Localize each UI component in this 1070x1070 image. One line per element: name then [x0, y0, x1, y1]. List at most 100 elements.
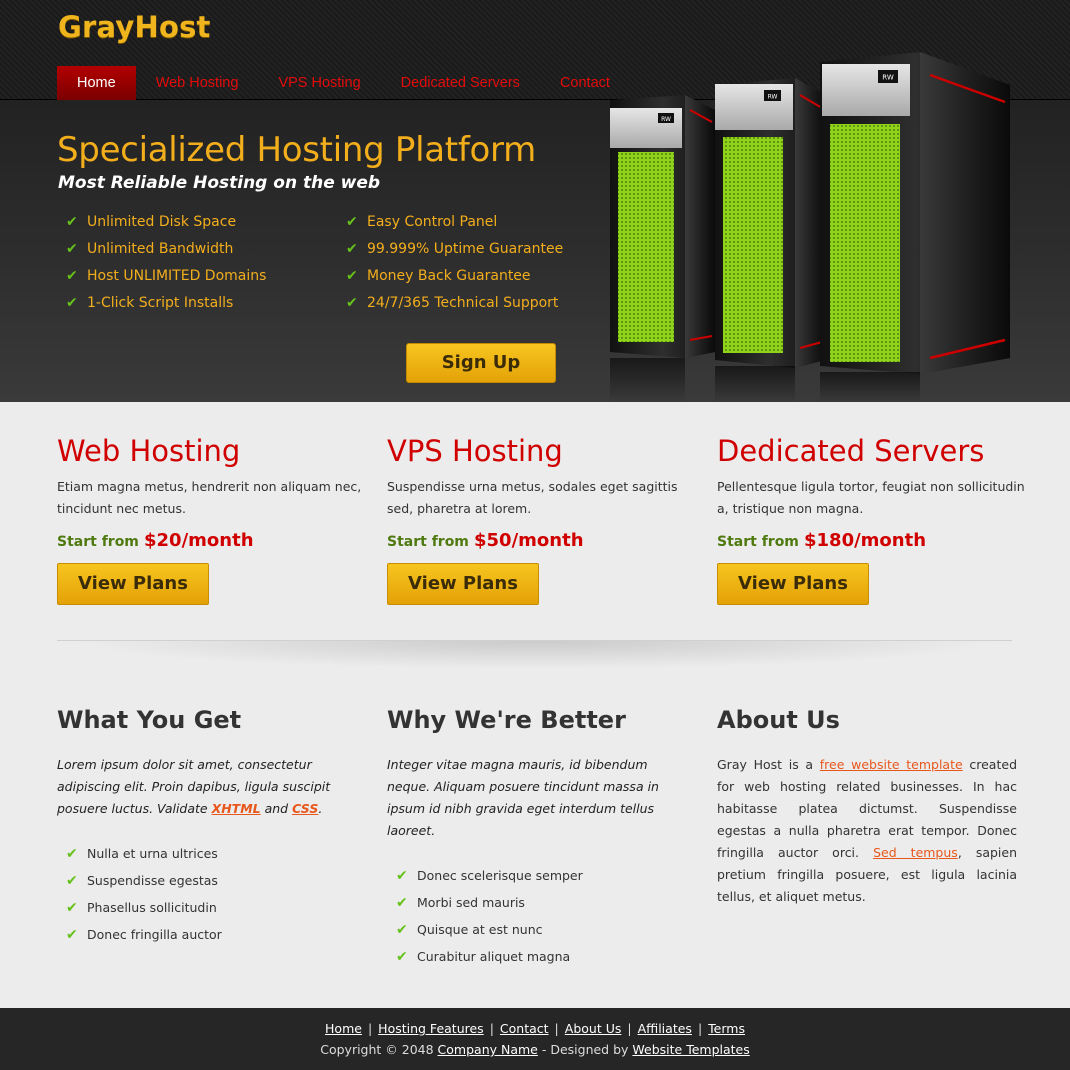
separator: |	[554, 1021, 559, 1036]
feature-label: Money Back Guarantee	[367, 267, 531, 284]
copyright: Copyright © 2048 Company Name - Designed…	[0, 1042, 1070, 1057]
plan-description: Pellentesque ligula tortor, feugiat non …	[717, 479, 1025, 516]
list-item-label: Quisque at est nunc	[417, 922, 543, 937]
list-item-label: Phasellus sollicitudin	[87, 900, 217, 915]
feature-item: ✔ 24/7/365 Technical Support	[346, 293, 586, 312]
feature-item: ✔ Unlimited Disk Space	[66, 212, 346, 231]
what-you-get-section: What You Get Lorem ipsum dolor sit amet,…	[57, 706, 357, 948]
view-plans-button[interactable]: View Plans	[387, 563, 539, 605]
check-icon: ✔	[396, 948, 408, 965]
price-value: $20/month	[144, 530, 254, 551]
check-icon: ✔	[346, 294, 358, 311]
list-item: ✔ Nulla et urna ultrices	[66, 840, 357, 867]
list-item: ✔ Suspendisse egestas	[66, 867, 357, 894]
price-value: $50/month	[474, 530, 584, 551]
server-middle: RW	[715, 78, 825, 402]
sign-up-button[interactable]: Sign Up	[406, 343, 556, 383]
intro-and: and	[260, 801, 293, 816]
check-icon: ✔	[66, 845, 78, 862]
hero-subtitle: Most Reliable Hosting on the web	[58, 173, 381, 193]
main-nav: Home Web Hosting VPS Hosting Dedicated S…	[57, 66, 630, 100]
nav-item-web-hosting[interactable]: Web Hosting	[136, 66, 259, 100]
plan-price: Start from $180/month	[717, 530, 1027, 551]
plan-description: Etiam magna metus, hendrerit non aliquam…	[57, 479, 362, 516]
plan-dedicated-servers: Dedicated Servers Pellentesque ligula to…	[717, 434, 1027, 605]
nav-item-home[interactable]: Home	[57, 66, 136, 100]
server-badge: RW	[882, 74, 894, 82]
footer-link-contact[interactable]: Contact	[500, 1021, 549, 1036]
plan-title: Dedicated Servers	[717, 434, 985, 468]
company-name-link[interactable]: Company Name	[438, 1042, 538, 1057]
server-right: RW	[820, 52, 1010, 402]
price-label: Start from	[387, 534, 469, 550]
servers-illustration: RW RW RW	[610, 52, 1010, 402]
footer: Home | Hosting Features | Contact | About Us | A…	[0, 1008, 1070, 1070]
check-icon: ✔	[346, 240, 358, 257]
list-item: ✔ Curabitur aliquet magna	[396, 943, 687, 970]
website-templates-link[interactable]: Website Templates	[632, 1042, 749, 1057]
footer-link-about-us[interactable]: About Us	[565, 1021, 622, 1036]
plans-section: Web Hosting Etiam magna metus, hendrerit…	[0, 402, 1070, 642]
section-intro: Lorem ipsum dolor sit amet, consectetur …	[57, 754, 357, 820]
xhtml-link[interactable]: XHTML	[212, 801, 261, 816]
free-template-link[interactable]: free website template	[820, 757, 963, 772]
check-icon: ✔	[66, 267, 78, 284]
intro-end: .	[318, 801, 323, 816]
separator: |	[627, 1021, 632, 1036]
designed-by-text: - Designed by	[537, 1042, 633, 1057]
check-icon: ✔	[66, 872, 78, 889]
list-item: ✔ Quisque at est nunc	[396, 916, 687, 943]
about-text: Gray Host is a free website template cre…	[717, 754, 1017, 908]
check-icon: ✔	[396, 921, 408, 938]
feature-item: ✔ Money Back Guarantee	[346, 266, 586, 285]
plan-title: Web Hosting	[57, 434, 241, 468]
separator: |	[697, 1021, 703, 1036]
server-left: RW	[610, 95, 715, 402]
price-label: Start from	[717, 534, 799, 550]
feature-label: Unlimited Bandwidth	[87, 240, 234, 257]
footer-link-terms[interactable]: Terms	[708, 1021, 745, 1036]
feature-list: ✔ Unlimited Disk Space ✔ Easy Control Pane…	[66, 212, 586, 312]
nav-item-vps-hosting[interactable]: VPS Hosting	[258, 66, 380, 100]
css-link[interactable]: CSS	[292, 801, 318, 816]
footer-link-home[interactable]: Home	[325, 1021, 362, 1036]
check-icon: ✔	[66, 213, 78, 230]
price-label: Start from	[57, 534, 139, 550]
feature-item: ✔ Unlimited Bandwidth	[66, 239, 346, 258]
check-icon: ✔	[66, 294, 78, 311]
feature-label: 1-Click Script Installs	[87, 294, 234, 311]
list-item-label: Donec fringilla auctor	[87, 927, 222, 942]
footer-link-hosting-features[interactable]: Hosting Features	[378, 1021, 484, 1036]
view-plans-button[interactable]: View Plans	[57, 563, 209, 605]
plan-price: Start from $20/month	[57, 530, 367, 551]
feature-list: ✔ Nulla et urna ultrices ✔ Suspendisse ege…	[57, 840, 357, 948]
divider-shadow	[70, 641, 1000, 669]
copyright-text: Copyright © 2048	[320, 1042, 438, 1057]
list-item: ✔ Phasellus sollicitudin	[66, 894, 357, 921]
feature-label: Unlimited Disk Space	[87, 213, 237, 230]
header: GrayHost Home Web Hosting VPS Hosting De…	[0, 0, 1070, 402]
section-title: What You Get	[57, 706, 242, 734]
feature-item: ✔ 1-Click Script Installs	[66, 293, 346, 312]
separator: |	[489, 1021, 494, 1036]
section-title: About Us	[717, 706, 840, 734]
list-item-label: Morbi sed mauris	[417, 895, 525, 910]
list-item-label: Curabitur aliquet magna	[417, 949, 571, 964]
feature-label: 99.999% Uptime Guarantee	[367, 240, 564, 257]
nav-item-dedicated-servers[interactable]: Dedicated Servers	[381, 66, 540, 100]
list-item: ✔ Donec scelerisque semper	[396, 862, 687, 889]
footer-link-affiliates[interactable]: Affiliates	[638, 1021, 692, 1036]
hero-title: Specialized Hosting Platform	[57, 130, 536, 170]
sed-tempus-link[interactable]: Sed tempus	[873, 845, 958, 860]
view-plans-button[interactable]: View Plans	[717, 563, 869, 605]
site-logo[interactable]: GrayHost	[58, 10, 211, 44]
about-us-section: About Us Gray Host is a free website tem…	[717, 706, 1017, 908]
separator: |	[367, 1021, 373, 1036]
plan-description: Suspendisse urna metus, sodales eget sag…	[387, 479, 678, 516]
check-icon: ✔	[66, 926, 78, 943]
list-item-label: Nulla et urna ultrices	[87, 846, 218, 861]
check-icon: ✔	[346, 267, 358, 284]
section-title: Why We're Better	[387, 706, 626, 734]
server-badge: RW	[768, 94, 778, 101]
plan-price: Start from $50/month	[387, 530, 697, 551]
